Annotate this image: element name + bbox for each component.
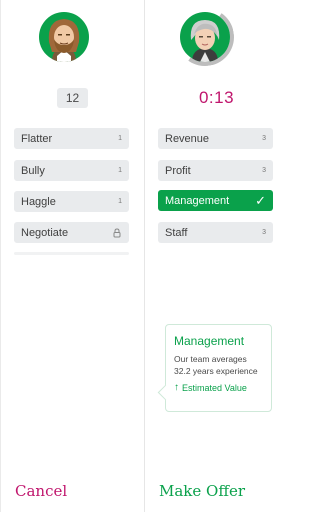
action-bully[interactable]: Bully 1: [14, 160, 129, 181]
category-profit[interactable]: Profit 3: [158, 160, 273, 181]
countdown-timer: 0:13: [198, 88, 235, 107]
category-management[interactable]: Management ✓: [158, 190, 273, 211]
estimated-value-link[interactable]: ↑ Estimated Value: [174, 382, 263, 393]
action-label: Bully: [21, 164, 45, 177]
make-offer-button[interactable]: Make Offer: [159, 482, 245, 500]
action-count: 1: [118, 198, 122, 205]
list-end-divider: [14, 252, 129, 255]
category-staff[interactable]: Staff 3: [158, 222, 273, 243]
estimated-value-label: Estimated Value: [182, 382, 247, 393]
action-flatter[interactable]: Flatter 1: [14, 128, 129, 149]
player-count-badge: 12: [57, 88, 88, 108]
info-card-text: Our team averages 32.2 years experience: [174, 354, 258, 376]
action-label: Flatter: [21, 132, 53, 145]
arrow-up-icon: ↑: [174, 382, 179, 393]
action-haggle[interactable]: Haggle 1: [14, 191, 129, 212]
info-card-title: Management: [174, 334, 245, 348]
opponent-panel: 0:13 Revenue 3 Profit 3 Management ✓ Sta…: [145, 0, 288, 512]
lock-icon: [113, 227, 121, 237]
action-negotiate[interactable]: Negotiate: [14, 222, 129, 243]
action-label: Haggle: [21, 195, 56, 208]
category-revenue[interactable]: Revenue 3: [158, 128, 273, 149]
checkmark-icon: ✓: [255, 192, 266, 208]
action-count: 1: [118, 167, 122, 174]
player-avatar: [39, 12, 89, 62]
category-count: 3: [262, 229, 266, 236]
opponent-avatar: [180, 12, 230, 62]
category-count: 3: [262, 167, 266, 174]
action-label: Negotiate: [21, 226, 69, 239]
category-label: Profit: [165, 164, 191, 177]
category-label: Revenue: [165, 132, 210, 145]
player-panel: 12 Flatter 1 Bully 1 Haggle 1 Negotiate …: [0, 0, 144, 512]
category-label: Management: [165, 194, 230, 207]
cancel-button[interactable]: Cancel: [15, 482, 67, 500]
info-card: Management Our team averages 32.2 years …: [165, 324, 272, 412]
category-count: 3: [262, 135, 266, 142]
action-count: 1: [118, 135, 122, 142]
category-label: Staff: [165, 226, 188, 239]
